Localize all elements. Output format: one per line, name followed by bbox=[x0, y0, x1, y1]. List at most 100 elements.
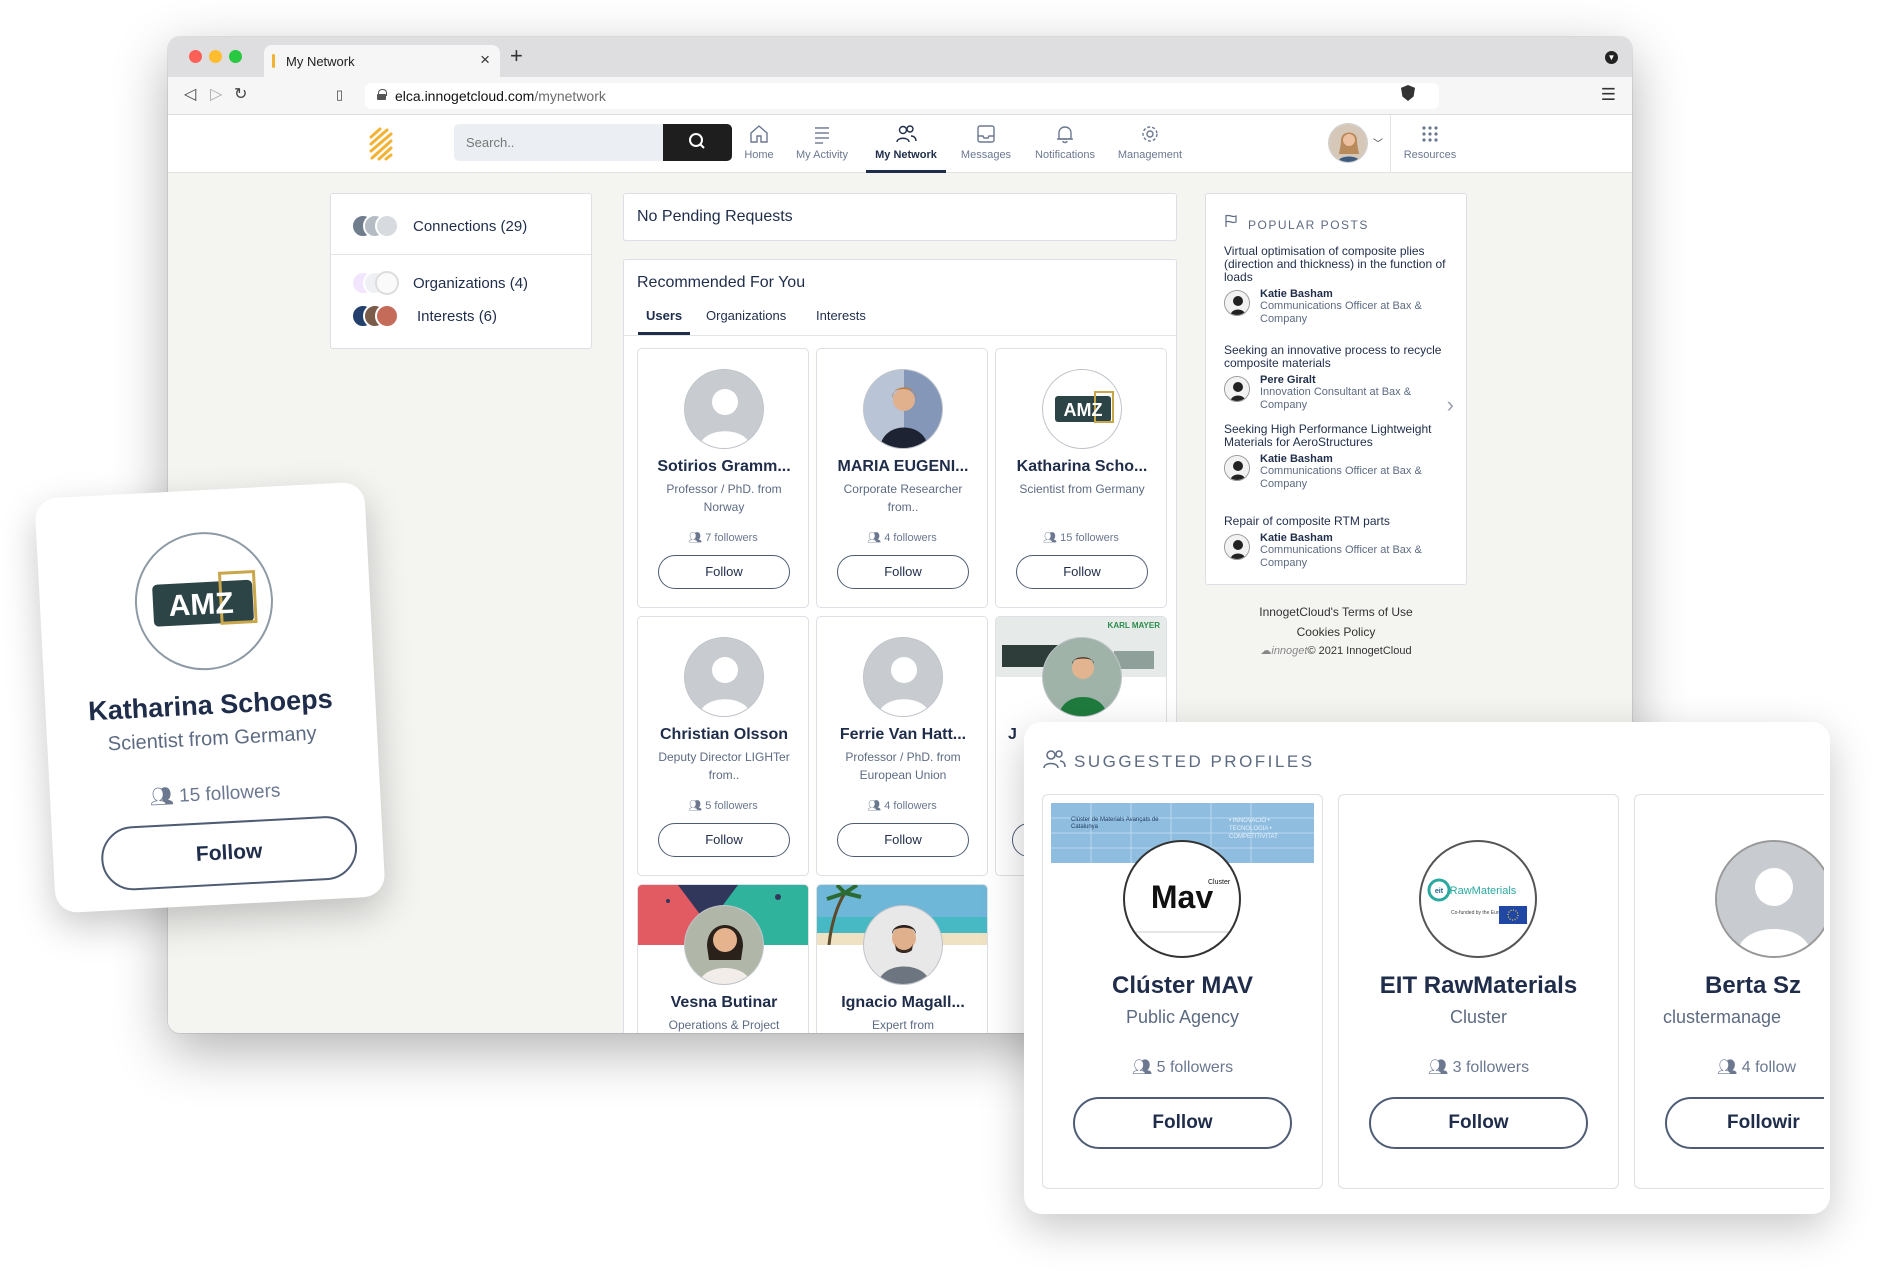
user-avatar[interactable] bbox=[1328, 123, 1368, 163]
follow-button[interactable]: Follow bbox=[99, 814, 359, 892]
followers-count-text: 4 followers bbox=[884, 800, 937, 812]
user-name[interactable]: Christian Olsson bbox=[644, 726, 804, 744]
follow-button[interactable]: Follow bbox=[1016, 555, 1148, 589]
post-title[interactable]: Seeking an innovative process to recycle… bbox=[1224, 344, 1452, 370]
nav-messages[interactable]: Messages bbox=[958, 123, 1014, 173]
post-title[interactable]: Repair of composite RTM parts bbox=[1224, 515, 1452, 528]
tab-interests[interactable]: Interests bbox=[816, 308, 866, 323]
back-icon[interactable]: ◁ bbox=[184, 86, 196, 104]
post-item[interactable]: Repair of composite RTM parts Katie Bash… bbox=[1224, 515, 1452, 570]
new-tab-button[interactable]: + bbox=[510, 43, 523, 69]
post-item[interactable]: Virtual optimisation of composite plies … bbox=[1224, 245, 1452, 326]
tab-close-icon[interactable]: × bbox=[480, 50, 490, 70]
browser-tab[interactable]: My Network × bbox=[264, 45, 500, 77]
follow-button[interactable]: Followir bbox=[1665, 1097, 1824, 1149]
profile-name[interactable]: Clúster MAV bbox=[1043, 972, 1322, 1000]
copyright: ☁innoget© 2021 InnogetCloud bbox=[1205, 644, 1467, 657]
tab-organizations[interactable]: Organizations bbox=[706, 308, 786, 323]
cookies-link[interactable]: Cookies Policy bbox=[1205, 625, 1467, 639]
bookmark-icon[interactable]: ▯ bbox=[336, 86, 343, 104]
profile-card[interactable]: Berta Sz clustermanage 👥︎ 4 follow Follo… bbox=[1634, 794, 1824, 1189]
post-title[interactable]: Virtual optimisation of composite plies … bbox=[1224, 245, 1452, 284]
organizations-link[interactable]: Organizations (4) bbox=[351, 271, 528, 297]
profile-name[interactable]: EIT RawMaterials bbox=[1339, 972, 1618, 1000]
user-card[interactable]: Ferrie Van Hatt... Professor / PhD. from… bbox=[816, 616, 988, 876]
author-name[interactable]: Katie Basham bbox=[1260, 532, 1452, 544]
follow-button[interactable]: Follow bbox=[1073, 1097, 1292, 1149]
author-name[interactable]: Katie Basham bbox=[1260, 288, 1452, 300]
user-headline: Professor / PhD. from European Union bbox=[845, 750, 961, 782]
default-avatar-icon bbox=[863, 637, 943, 717]
nav-notifications[interactable]: Notifications bbox=[1030, 123, 1100, 173]
post-item[interactable]: Seeking High Performance Lightweight Mat… bbox=[1224, 423, 1452, 491]
user-headline: Deputy Director LIGHTer from.. bbox=[658, 750, 790, 782]
author-avatar bbox=[1224, 534, 1250, 560]
follow-button[interactable]: Follow bbox=[1369, 1097, 1588, 1149]
nav-my-network[interactable]: My Network bbox=[866, 123, 946, 173]
amz-logo: AMZ bbox=[1042, 369, 1122, 449]
follow-button[interactable]: Follow bbox=[658, 823, 790, 857]
interests-label: Interests (6) bbox=[417, 307, 498, 325]
organizations-logos bbox=[351, 271, 403, 297]
inbox-icon bbox=[977, 125, 995, 143]
cloud-icon: ☁ bbox=[1260, 645, 1272, 657]
author-name[interactable]: Pere Giralt bbox=[1260, 374, 1452, 386]
nav-resources[interactable]: Resources bbox=[1400, 123, 1460, 173]
user-card[interactable]: Vesna Butinar Operations & Project bbox=[637, 884, 809, 1033]
follow-button[interactable]: Follow bbox=[658, 555, 790, 589]
default-avatar-icon bbox=[1715, 840, 1824, 958]
followers-icon: 👥︎ bbox=[1427, 1059, 1453, 1076]
copyright-text: © 2021 InnogetCloud bbox=[1307, 645, 1412, 657]
user-card[interactable]: Christian Olsson Deputy Director LIGHTer… bbox=[637, 616, 809, 876]
forward-icon[interactable]: ▷ bbox=[210, 86, 222, 104]
tab-users[interactable]: Users bbox=[637, 308, 691, 335]
browser-menu-icon[interactable]: ▼ bbox=[1605, 51, 1618, 64]
post-item[interactable]: Seeking an innovative process to recycle… bbox=[1224, 344, 1452, 412]
suggested-profiles-panel: SUGGESTED PROFILES Clúster de Materials … bbox=[1024, 722, 1830, 1214]
nav-management[interactable]: Management bbox=[1112, 123, 1188, 173]
connections-link[interactable]: Connections (29) bbox=[351, 214, 527, 240]
url-field[interactable]: elca.innogetcloud.com/mynetwork bbox=[365, 83, 1439, 109]
connections-avatars bbox=[351, 214, 403, 240]
chevron-down-icon[interactable]: ﹀ bbox=[1373, 135, 1383, 150]
search-input[interactable]: Search.. bbox=[454, 124, 663, 161]
profile-followers: 👥︎ 4 follow bbox=[1717, 1057, 1824, 1077]
post-title[interactable]: Seeking High Performance Lightweight Mat… bbox=[1224, 423, 1452, 449]
close-window-button[interactable] bbox=[189, 50, 202, 63]
profile-card[interactable]: eit RawMaterials Co-funded by the European… bbox=[1338, 794, 1619, 1189]
innoget-logo-icon[interactable] bbox=[368, 127, 394, 161]
url-text: elca.innogetcloud.com/mynetwork bbox=[395, 88, 606, 104]
nav-my-activity[interactable]: My Activity bbox=[791, 123, 853, 173]
maximize-window-button[interactable] bbox=[229, 50, 242, 63]
user-avatar-image bbox=[1329, 124, 1367, 162]
minimize-window-button[interactable] bbox=[209, 50, 222, 63]
nav-home[interactable]: Home bbox=[738, 123, 780, 173]
chevron-right-icon[interactable]: › bbox=[1447, 392, 1454, 418]
user-name[interactable]: Ignacio Magall... bbox=[823, 994, 983, 1012]
user-name[interactable]: Vesna Butinar bbox=[644, 994, 804, 1012]
user-name[interactable]: MARIA EUGENI... bbox=[823, 458, 983, 476]
user-card[interactable]: AMZ Katharina Scho... Scientist from Ger… bbox=[995, 348, 1167, 608]
hamburger-menu-icon[interactable]: ☰ bbox=[1601, 85, 1616, 105]
user-name[interactable]: Sotirios Gramm... bbox=[644, 458, 804, 476]
reload-icon[interactable]: ↻ bbox=[234, 86, 247, 104]
user-card[interactable]: Sotirios Gramm... Professor / PhD. from … bbox=[637, 348, 809, 608]
tab-divider bbox=[624, 335, 1176, 336]
user-card[interactable]: Ignacio Magall... Expert from bbox=[816, 884, 988, 1033]
featured-user-card[interactable]: AMZ Katharina Schoeps Scientist from Ger… bbox=[34, 481, 386, 914]
author-name[interactable]: Katie Basham bbox=[1260, 453, 1452, 465]
terms-link[interactable]: InnogetCloud's Terms of Use bbox=[1205, 605, 1467, 619]
interests-link[interactable]: Interests (6) bbox=[351, 304, 497, 330]
followers-count-text: 15 followers bbox=[178, 780, 281, 807]
follow-button[interactable]: Follow bbox=[837, 555, 969, 589]
mav-logo: Mav Cluster bbox=[1123, 840, 1241, 958]
author-role: Communications Officer at Bax & Company bbox=[1260, 300, 1422, 325]
follow-button[interactable]: Follow bbox=[837, 823, 969, 857]
profile-card[interactable]: Clúster de Materials Avançats de Catalun… bbox=[1042, 794, 1323, 1189]
suggested-profiles-title: SUGGESTED PROFILES bbox=[1074, 752, 1315, 771]
user-card[interactable]: MARIA EUGENI... Corporate Researcher fro… bbox=[816, 348, 988, 608]
user-name[interactable]: Ferrie Van Hatt... bbox=[823, 726, 983, 744]
search-button[interactable] bbox=[663, 124, 732, 161]
profile-name[interactable]: Berta Sz bbox=[1705, 972, 1824, 1000]
user-name[interactable]: Katharina Scho... bbox=[1002, 458, 1162, 476]
